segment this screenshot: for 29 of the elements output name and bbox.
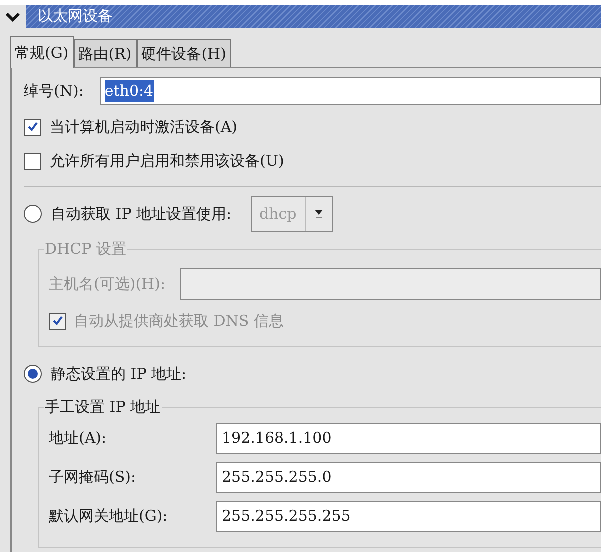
radio-label: 自动获取 IP 地址设置使用:: [51, 204, 232, 225]
check-icon: [52, 315, 64, 327]
field-label: 绰号(N):: [24, 80, 84, 102]
input-field[interactable]: [180, 268, 601, 300]
checkbox-label: 自动从提供商处获取 DNS 信息: [74, 310, 284, 332]
field-label: 地址(A):: [49, 428, 108, 450]
checkbox-label: 当计算机启动时激活设备(A): [50, 116, 238, 138]
radio-button[interactable]: [24, 365, 42, 383]
field-label: 子网掩码(S):: [49, 467, 138, 488]
checkbox[interactable]: [24, 152, 41, 170]
checkbox[interactable]: [24, 118, 41, 136]
input-field[interactable]: eth0:4: [100, 77, 601, 105]
window-title: 以太网设备: [38, 6, 113, 28]
checkbox-label: 允许所有用户启用和禁用该设备(U): [50, 150, 284, 172]
group-title: DHCP 设置: [44, 239, 128, 259]
field-value: eth0:4: [104, 80, 154, 102]
dropdown-value: dhcp: [252, 197, 306, 231]
check-icon: [26, 121, 38, 133]
group-title: 手工设置 IP 地址: [44, 397, 162, 417]
input-field[interactable]: 255.255.255.255: [216, 501, 601, 532]
tab[interactable]: 常规(G): [10, 36, 74, 68]
tab[interactable]: 路由(R): [74, 39, 137, 67]
caret-icon: [314, 208, 324, 220]
input-field[interactable]: 192.168.1.100: [216, 423, 601, 454]
input-field[interactable]: 255.255.255.0: [216, 462, 601, 493]
field-label: 默认网关地址(G):: [49, 506, 169, 528]
tab[interactable]: 硬件设备(H): [136, 39, 232, 67]
field-label: 主机名(可选)(H):: [49, 274, 166, 295]
radio-label: 静态设置的 IP 地址:: [51, 364, 187, 385]
